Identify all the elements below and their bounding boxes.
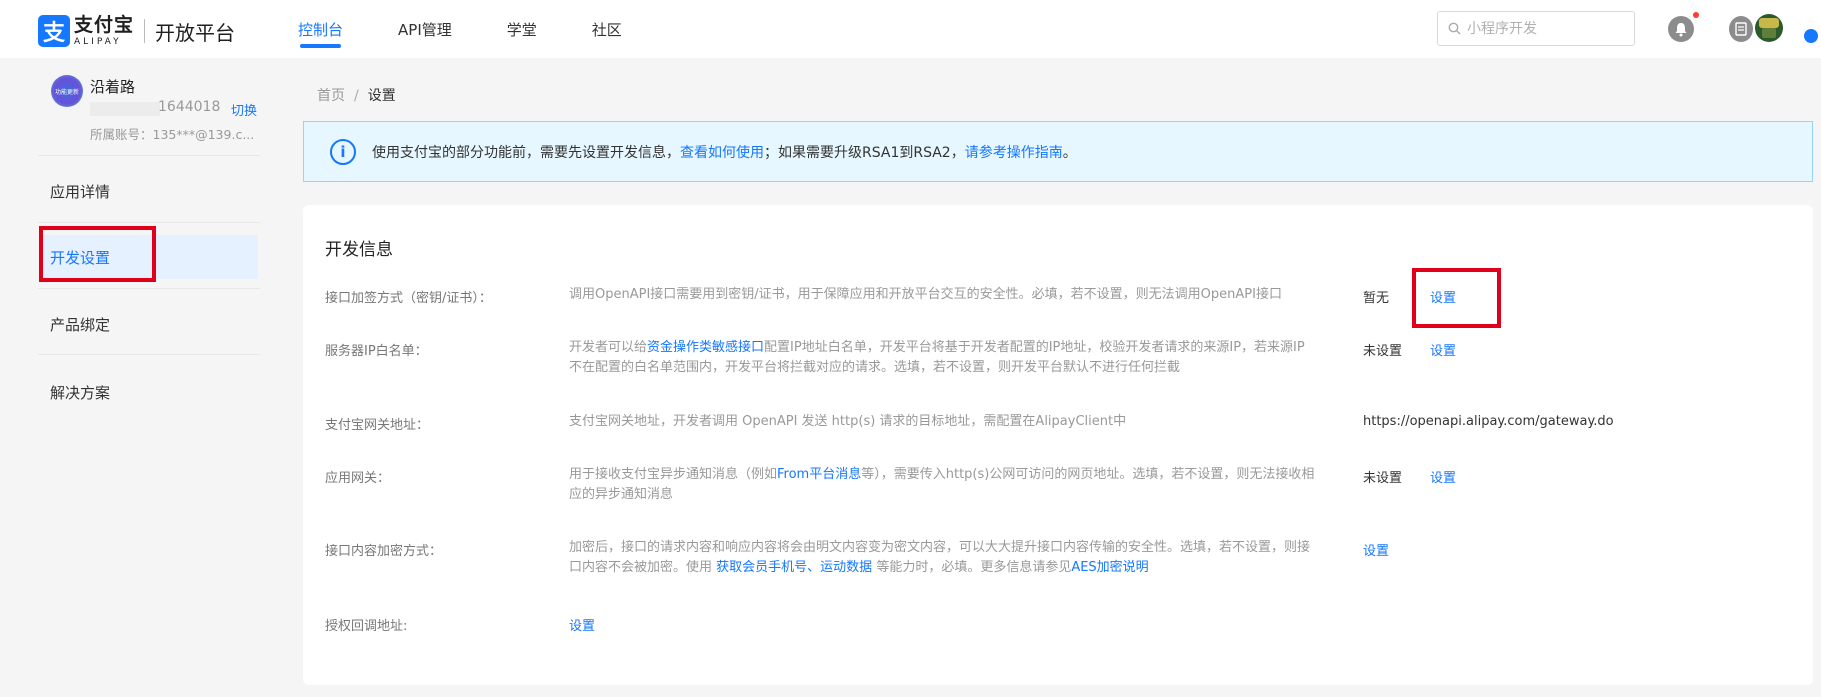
sidebar: 功能更新 沿着路 1644018 切换 所属账号：135***@139.c...…: [0, 58, 300, 697]
gateway-address-label: 支付宝网关地址：: [325, 418, 430, 433]
breadcrumb-separator: /: [354, 88, 359, 104]
ip-whitelist-status: 未设置: [1363, 344, 1403, 359]
nav-console[interactable]: 控制台: [298, 0, 343, 58]
ip-whitelist-set-button[interactable]: 设置: [1430, 340, 1456, 359]
search-icon: [1448, 22, 1461, 35]
ip-whitelist-label: 服务器IP白名单：: [325, 344, 428, 359]
app-id: 1644018: [158, 99, 221, 115]
account-info: 所属账号：135***@139.c...: [90, 127, 255, 142]
sidebar-item-app-details[interactable]: 应用详情: [50, 181, 110, 202]
signing-method-desc: 调用OpenAPI接口需要用到密钥/证书，用于保障应用和开放平台交互的安全性。必…: [569, 287, 1282, 302]
sidebar-divider: [38, 155, 260, 156]
breadcrumb-current: 设置: [367, 88, 396, 104]
alipay-logo-icon: 支: [38, 15, 70, 47]
signing-method-status: 暂无: [1363, 291, 1390, 306]
auth-callback-set-button[interactable]: 设置: [569, 615, 595, 634]
nav-academy[interactable]: 学堂: [507, 0, 537, 58]
breadcrumb: 首页 / 设置: [317, 85, 396, 105]
gateway-address-desc: 支付宝网关地址，开发者调用 OpenAPI 发送 http(s) 请求的目标地址…: [569, 414, 1127, 429]
info-notice: i 使用支付宝的部分功能前，需要先设置开发信息，查看如何使用；如果需要升级RSA…: [303, 121, 1813, 182]
app-gateway-desc: 用于接收支付宝异步通知消息（例如From平台消息等），需要传入http(s)公网…: [569, 465, 1317, 505]
content-encryption-set-button[interactable]: 设置: [1363, 540, 1389, 559]
notice-link-guide[interactable]: 请参考操作指南: [965, 145, 1063, 161]
from-platform-message-link[interactable]: From平台消息: [777, 467, 861, 482]
app-gateway-label: 应用网关：: [325, 471, 391, 486]
auth-callback-label: 授权回调地址:: [325, 619, 408, 634]
member-phone-link[interactable]: 获取会员手机号: [716, 560, 807, 575]
highlight-box-dev-settings: [39, 226, 156, 282]
app-id-mask: [90, 102, 160, 116]
logo-cn: 支付宝: [74, 13, 135, 36]
signing-method-label: 接口加签方式（密钥/证书）：: [325, 291, 492, 306]
notice-text-1: 使用支付宝的部分功能前，需要先设置开发信息，: [372, 144, 680, 161]
top-bar: 支 支付宝 ALIPAY 开放平台 控制台 API管理 学堂 社区: [0, 0, 1821, 58]
switch-app-link[interactable]: 切换: [231, 100, 257, 119]
ip-whitelist-desc: 开发者可以给资金操作类敏感接口配置IP地址白名单，开发平台将基于开发者配置的IP…: [569, 338, 1317, 378]
notice-text-2: ；如果需要升级RSA1到RSA2，: [764, 144, 965, 161]
ip-whitelist-desc-pre: 开发者可以给: [569, 340, 648, 355]
search-input[interactable]: [1467, 20, 1627, 37]
help-icon[interactable]: [1804, 29, 1818, 43]
sidebar-divider: [38, 288, 260, 289]
dev-info-card: 开发信息 接口加签方式（密钥/证书）： 调用OpenAPI接口需要用到密钥/证书…: [303, 205, 1813, 685]
notice-link-how-to-use[interactable]: 查看如何使用: [680, 145, 764, 161]
search-box[interactable]: [1437, 11, 1635, 46]
notification-dot: [1693, 12, 1699, 18]
logo-en: ALIPAY: [74, 36, 122, 47]
card-title: 开发信息: [325, 240, 393, 260]
nav-api-management[interactable]: API管理: [398, 0, 452, 58]
bell-icon[interactable]: [1668, 16, 1694, 42]
info-icon: i: [330, 138, 356, 165]
notice-text-3: 。: [1062, 144, 1077, 161]
app-gateway-set-button[interactable]: 设置: [1430, 467, 1456, 486]
content-encryption-desc: 加密后，接口的请求内容和响应内容将会由明文内容变为密文内容，可以大大提升接口内容…: [569, 538, 1317, 578]
nav-community[interactable]: 社区: [592, 0, 622, 58]
user-avatar[interactable]: [1755, 14, 1783, 42]
content-encryption-desc-mid: 等能力时，必填。更多信息请参见: [872, 560, 1072, 575]
notice-text: 使用支付宝的部分功能前，需要先设置开发信息，查看如何使用；如果需要升级RSA1到…: [372, 142, 1077, 162]
sport-data-link[interactable]: 运动数据: [820, 560, 872, 575]
app-avatar: 功能更新: [51, 75, 83, 107]
sidebar-divider: [38, 354, 260, 355]
app-gateway-desc-pre: 用于接收支付宝异步通知消息（例如: [569, 467, 778, 482]
logo-divider: [144, 19, 146, 43]
breadcrumb-home[interactable]: 首页: [317, 88, 345, 104]
app-gateway-status: 未设置: [1363, 471, 1403, 486]
logo-words: 支付宝 ALIPAY: [74, 13, 135, 47]
aes-doc-link[interactable]: AES加密说明: [1071, 560, 1148, 575]
main-nav: 控制台 API管理 学堂 社区: [298, 0, 677, 58]
sidebar-item-solutions[interactable]: 解决方案: [50, 382, 110, 403]
content-encryption-label: 接口内容加密方式：: [325, 544, 443, 559]
desc-separator: 、: [807, 560, 821, 575]
highlight-box-signing-set: [1412, 268, 1501, 328]
sidebar-divider: [38, 222, 260, 223]
app-name: 沿着路: [90, 78, 136, 96]
alipay-logo[interactable]: 支 支付宝 ALIPAY 开放平台: [38, 14, 235, 48]
sensitive-api-link[interactable]: 资金操作类敏感接口: [647, 340, 764, 355]
logo-platform: 开放平台: [155, 20, 236, 45]
document-icon[interactable]: [1729, 16, 1753, 42]
gateway-address-value: https://openapi.alipay.com/gateway.do: [1363, 414, 1614, 429]
sidebar-item-product-binding[interactable]: 产品绑定: [50, 314, 110, 335]
